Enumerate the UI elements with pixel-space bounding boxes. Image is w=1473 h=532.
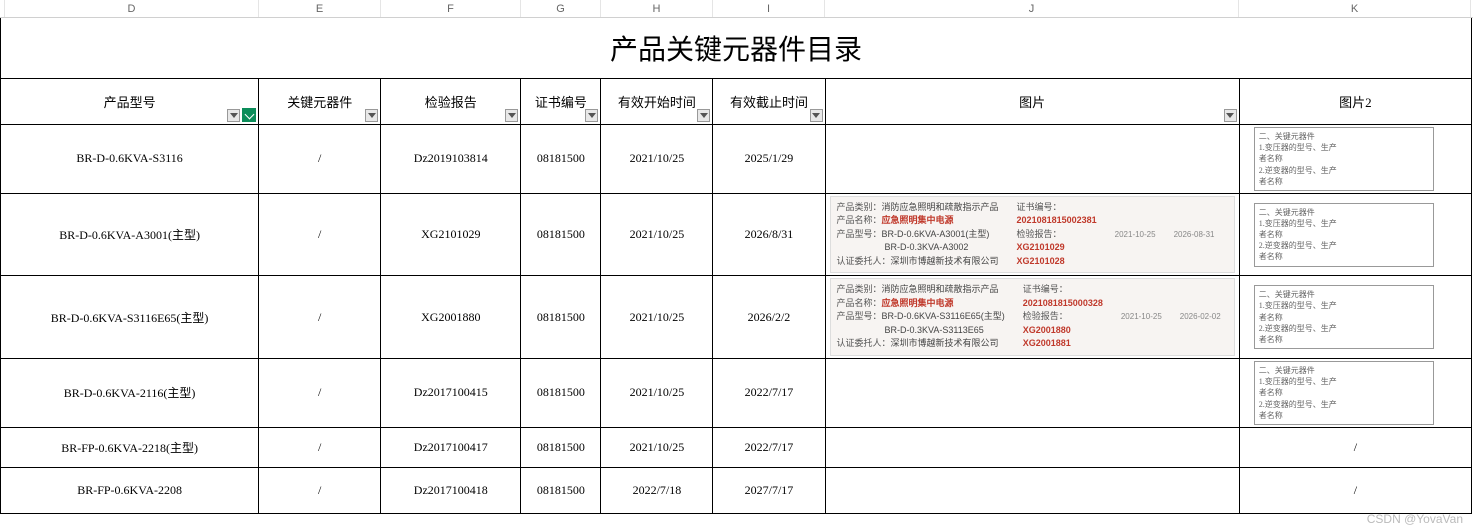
cell[interactable]: 2022/7/17 [713,427,825,467]
cell[interactable]: 2021/10/25 [601,193,713,276]
cell[interactable]: BR-FP-0.6KVA-2208 [1,467,259,513]
filter-icon[interactable] [1224,109,1237,122]
table-row: BR-D-0.6KVA-S3116E65(主型)/XG2001880081815… [1,276,1472,359]
column-header-row: D E F G H I J K [0,0,1473,18]
cell[interactable]: 08181500 [521,125,601,194]
th-image2[interactable]: 图片2 [1239,79,1471,125]
th-valid-start-label: 有效开始时间 [618,95,696,110]
col-header-g[interactable]: G [521,0,601,17]
cell[interactable]: 2021/10/25 [601,276,713,359]
cell-image[interactable] [825,358,1239,427]
th-inspection-report[interactable]: 检验报告 [381,79,521,125]
cell-image[interactable]: 产品类别：消防应急照明和疏散指示产品产品名称：应急照明集中电源产品型号：BR-D… [825,193,1239,276]
th-key-component-label: 关键元器件 [287,95,352,110]
th-valid-end-label: 有效截止时间 [730,95,808,110]
spreadsheet: D E F G H I J K 产品关键元器件目录 产品型号 [0,0,1473,514]
cell[interactable]: 2022/7/18 [601,467,713,513]
cell[interactable]: 2027/7/17 [713,467,825,513]
cell-image2[interactable]: / [1239,427,1471,467]
cell[interactable]: XG2101029 [381,193,521,276]
info-card: 产品类别：消防应急照明和疏散指示产品产品名称：应急照明集中电源产品型号：BR-D… [830,196,1235,274]
cell[interactable]: 2021/10/25 [601,358,713,427]
mini-card: 二、关键元器件1.变压器的型号、生产者名称2.逆变器的型号、生产者名称 [1254,203,1434,267]
cell[interactable]: Dz2019103814 [381,125,521,194]
data-table: 产品型号 关键元器件 检验报告 证书编号 [0,78,1472,514]
cell[interactable]: BR-FP-0.6KVA-2218(主型) [1,427,259,467]
cell-image[interactable] [825,467,1239,513]
cell[interactable]: BR-D-0.6KVA-A3001(主型) [1,193,259,276]
page-title: 产品关键元器件目录 [610,28,862,68]
cell[interactable]: 2021/10/25 [601,125,713,194]
th-model-label: 产品型号 [104,95,156,110]
filter-icon[interactable] [227,109,240,122]
col-header-d[interactable]: D [5,0,259,17]
cell[interactable]: BR-D-0.6KVA-S3116 [1,125,259,194]
cell[interactable]: / [259,358,381,427]
th-inspection-report-label: 检验报告 [425,95,477,110]
table-row: BR-FP-0.6KVA-2218(主型)/Dz2017100417081815… [1,427,1472,467]
cell[interactable]: / [259,125,381,194]
cell-image[interactable]: 产品类别：消防应急照明和疏散指示产品产品名称：应急照明集中电源产品型号：BR-D… [825,276,1239,359]
th-cert-no-label: 证书编号 [535,95,587,110]
th-valid-start[interactable]: 有效开始时间 [601,79,713,125]
cell[interactable]: 08181500 [521,276,601,359]
col-header-i[interactable]: I [713,0,825,17]
th-image[interactable]: 图片 [825,79,1239,125]
th-cert-no[interactable]: 证书编号 [521,79,601,125]
mini-card: 二、关键元器件1.变压器的型号、生产者名称2.逆变器的型号、生产者名称 [1254,361,1434,425]
filter-icon[interactable] [697,109,710,122]
cell[interactable]: 08181500 [521,358,601,427]
table-row: BR-D-0.6KVA-2116(主型)/Dz20171004150818150… [1,358,1472,427]
cell[interactable]: Dz2017100415 [381,358,521,427]
cell[interactable]: 2026/8/31 [713,193,825,276]
cell[interactable]: / [259,276,381,359]
th-image-label: 图片 [1019,95,1045,110]
col-header-h[interactable]: H [601,0,713,17]
filter-icon[interactable] [585,109,598,122]
table-row: BR-D-0.6KVA-S3116/Dz20191038140818150020… [1,125,1472,194]
table-row: BR-D-0.6KVA-A3001(主型)/XG2101029081815002… [1,193,1472,276]
cell[interactable]: / [259,193,381,276]
cell-image[interactable] [825,427,1239,467]
table-row: BR-FP-0.6KVA-2208/Dz20171004180818150020… [1,467,1472,513]
cell-image2[interactable]: / [1239,467,1471,513]
cell-image2[interactable]: 二、关键元器件1.变压器的型号、生产者名称2.逆变器的型号、生产者名称 [1239,276,1471,359]
col-header-e[interactable]: E [259,0,381,17]
watermark: CSDN @YovaVan [1367,512,1463,526]
th-image2-label: 图片2 [1339,95,1372,110]
cell-image[interactable] [825,125,1239,194]
cell[interactable]: 2025/1/29 [713,125,825,194]
cell[interactable]: 2022/7/17 [713,358,825,427]
col-header-f[interactable]: F [381,0,521,17]
cell-image2[interactable]: 二、关键元器件1.变压器的型号、生产者名称2.逆变器的型号、生产者名称 [1239,358,1471,427]
info-card: 产品类别：消防应急照明和疏散指示产品产品名称：应急照明集中电源产品型号：BR-D… [830,278,1235,356]
filter-icon[interactable] [365,109,378,122]
cell[interactable]: / [259,427,381,467]
filter-icon[interactable] [810,109,823,122]
filter-icon[interactable] [505,109,518,122]
cell[interactable]: 08181500 [521,427,601,467]
mini-card: 二、关键元器件1.变压器的型号、生产者名称2.逆变器的型号、生产者名称 [1254,285,1434,349]
col-header-k[interactable]: K [1239,0,1471,17]
cell[interactable]: BR-D-0.6KVA-2116(主型) [1,358,259,427]
cell[interactable]: BR-D-0.6KVA-S3116E65(主型) [1,276,259,359]
col-header-j[interactable]: J [825,0,1239,17]
cell[interactable]: Dz2017100418 [381,467,521,513]
cell-image2[interactable]: 二、关键元器件1.变压器的型号、生产者名称2.逆变器的型号、生产者名称 [1239,125,1471,194]
th-key-component[interactable]: 关键元器件 [259,79,381,125]
cell[interactable]: 2021/10/25 [601,427,713,467]
cell[interactable]: 2026/2/2 [713,276,825,359]
smart-tag-icon[interactable] [242,108,256,122]
th-model[interactable]: 产品型号 [1,79,259,125]
cell[interactable]: / [259,467,381,513]
th-valid-end[interactable]: 有效截止时间 [713,79,825,125]
cell-image2[interactable]: 二、关键元器件1.变压器的型号、生产者名称2.逆变器的型号、生产者名称 [1239,193,1471,276]
cell[interactable]: 08181500 [521,193,601,276]
cell[interactable]: 08181500 [521,467,601,513]
header-row: 产品型号 关键元器件 检验报告 证书编号 [1,79,1472,125]
cell[interactable]: Dz2017100417 [381,427,521,467]
title-row: 产品关键元器件目录 [0,18,1472,78]
cell[interactable]: XG2001880 [381,276,521,359]
mini-card: 二、关键元器件1.变压器的型号、生产者名称2.逆变器的型号、生产者名称 [1254,127,1434,191]
